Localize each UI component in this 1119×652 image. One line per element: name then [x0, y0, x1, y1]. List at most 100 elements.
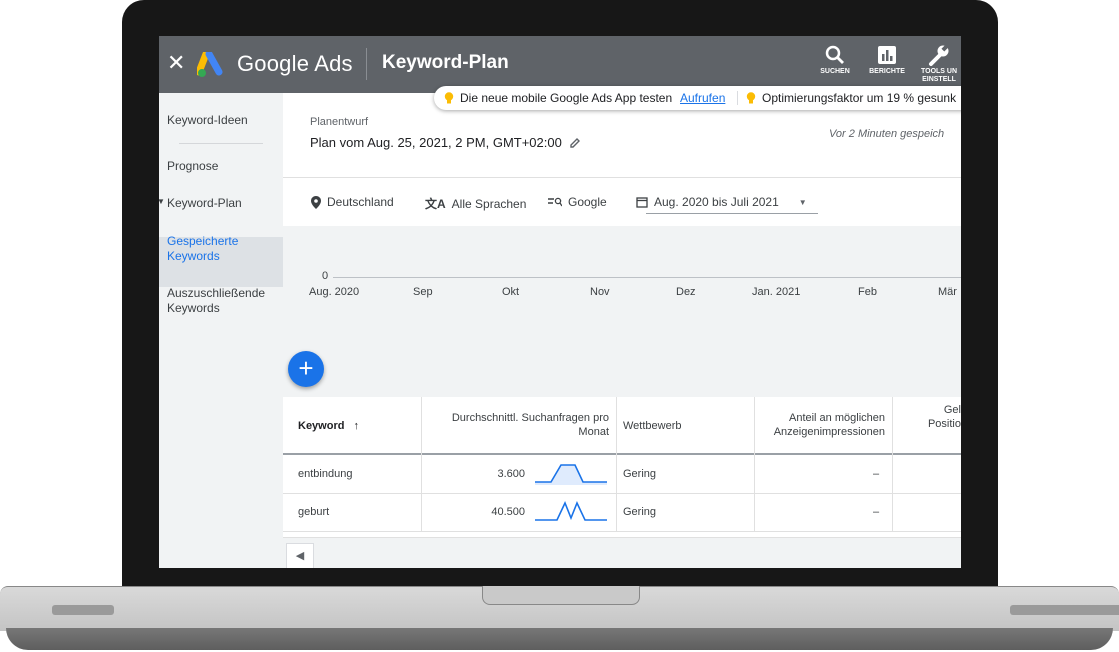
promo-banner: Die neue mobile Google Ads App testen Au… — [434, 86, 961, 110]
trend-sparkline — [535, 500, 607, 521]
banner-divider — [737, 91, 738, 105]
promo-open-link[interactable]: Aufrufen — [680, 91, 725, 105]
sidebar-item-negative-keywords[interactable]: Auszuschließende Keywords — [167, 286, 265, 316]
add-keyword-button[interactable]: + — [288, 351, 324, 387]
row-divider — [283, 531, 961, 532]
competition-cell: Gering — [623, 468, 657, 480]
date-range-value: Aug. 2020 bis Juli 2021 — [654, 195, 779, 209]
month-tick: Jan. 2021 — [752, 286, 801, 298]
main-content: Planentwurf Plan vom Aug. 25, 2021, 2 PM… — [283, 93, 961, 568]
scroll-left-button[interactable]: ◀ — [286, 543, 314, 568]
saved-status: Vor 2 Minuten gespeich — [829, 128, 945, 140]
edit-pencil-icon[interactable] — [569, 137, 581, 149]
column-header-label: Gel — [943, 404, 961, 416]
impression-share-cell: – — [873, 506, 880, 518]
column-header-avg-searches[interactable]: Durchschnittl. Suchanfragen pro Monat — [423, 411, 609, 439]
date-range-filter[interactable]: Aug. 2020 bis Juli 2021 ▼ — [636, 195, 807, 209]
sidebar-item-label-2: Keywords — [167, 301, 220, 315]
keyword-cell[interactable]: entbindung — [298, 468, 352, 480]
sidebar-item-label: Auszuschließende — [167, 286, 266, 300]
row-divider — [283, 493, 961, 494]
column-header-label: Keyword — [298, 420, 345, 432]
sidebar-item-label: Gespeicherte — [167, 234, 239, 248]
optimization-score-text[interactable]: Optimierungsfaktor um 19 % gesunk — [762, 91, 956, 105]
chart-footer-area — [283, 342, 961, 402]
translate-icon: 文A — [425, 197, 446, 211]
forecast-chart: 0 Aug. 2020 Sep Okt Nov Dez Jan. 2021 Fe… — [283, 226, 961, 342]
reports-label: BERICHTE — [869, 68, 905, 75]
competition-cell: Gering — [623, 506, 657, 518]
language-filter[interactable]: 文A Alle Sprachen — [425, 195, 526, 212]
month-tick: Feb — [858, 286, 877, 298]
column-header-position[interactable]: Gel Positio — [895, 403, 961, 431]
month-tick: Dez — [676, 286, 696, 298]
column-header-label-2: Positio — [927, 418, 961, 430]
search-label: SUCHEN — [820, 68, 850, 75]
bar-chart-icon — [878, 46, 896, 64]
column-header-label: Wettbewerb — [623, 420, 682, 432]
month-tick: Aug. 2020 — [309, 286, 360, 298]
column-divider — [616, 397, 617, 531]
column-header-keyword[interactable]: Keyword ↑ — [298, 419, 359, 433]
month-tick: Nov — [590, 286, 610, 298]
column-header-impression-share[interactable]: Anteil an möglichen Anzeigenimpressionen — [757, 411, 885, 439]
date-range-underline — [646, 213, 818, 214]
tools-button[interactable]: TOOLS UN EINSTELL — [915, 44, 961, 84]
promo-text: Die neue mobile Google Ads App testen — [460, 91, 673, 105]
calendar-icon — [636, 197, 648, 208]
sidebar-item-label: Keyword-Plan — [167, 196, 242, 210]
app-header: ✕ Google Ads Keyword-Plan SUCHEN BERICHT… — [159, 36, 961, 93]
column-header-competition[interactable]: Wettbewerb — [623, 419, 682, 433]
sidebar-item-forecast[interactable]: Prognose — [167, 159, 218, 174]
table-footer: ◀ — [283, 537, 961, 568]
sidebar-item-saved-keywords[interactable]: Gespeicherte Keywords — [167, 234, 238, 264]
sidebar-item-keyword-ideas[interactable]: Keyword-Ideen — [167, 113, 248, 128]
month-tick: Mär — [938, 286, 957, 298]
filter-bar: Deutschland 文A Alle Sprachen Google Aug.… — [283, 177, 961, 227]
google-ads-logo-icon — [197, 52, 223, 77]
sidebar-item-label-2: Keywords — [167, 249, 220, 263]
wrench-icon — [929, 44, 949, 66]
column-divider — [754, 397, 755, 531]
sidebar-item-label: Prognose — [167, 159, 219, 173]
column-divider — [892, 397, 893, 531]
month-tick: Okt — [502, 286, 520, 298]
caret-down-icon: ▼ — [159, 197, 165, 206]
keyword-cell[interactable]: geburt — [298, 506, 329, 518]
sidebar: Keyword-Ideen Prognose ▼ Keyword-Plan Ge… — [159, 93, 283, 568]
network-filter[interactable]: Google — [548, 195, 607, 209]
header-divider-line — [283, 453, 961, 455]
sidebar-item-keyword-plan[interactable]: Keyword-Plan — [167, 196, 242, 211]
network-value: Google — [568, 195, 607, 209]
sidebar-item-label: Keyword-Ideen — [167, 113, 248, 127]
laptop-foot-right — [1010, 605, 1119, 615]
search-button[interactable]: SUCHEN — [811, 44, 859, 75]
header-divider — [366, 48, 367, 80]
column-header-label-2: Monat — [578, 426, 609, 438]
laptop-base-bottom — [6, 628, 1113, 650]
chart-baseline — [333, 277, 961, 278]
column-divider — [421, 397, 422, 531]
search-icon — [825, 45, 844, 64]
keyword-table: Keyword ↑ Durchschnittl. Suchanfragen pr… — [283, 397, 961, 537]
column-header-label-2: Anzeigenimpressionen — [773, 426, 885, 438]
avg-searches-cell: 40.500 — [491, 506, 525, 518]
location-filter[interactable]: Deutschland — [311, 195, 394, 209]
search-network-icon — [548, 197, 562, 207]
trend-sparkline — [535, 464, 607, 485]
column-header-label: Anteil an möglichen — [788, 412, 885, 424]
impression-share-cell: – — [873, 468, 880, 480]
avg-searches-cell: 3.600 — [497, 468, 525, 480]
lightbulb-icon — [746, 92, 756, 104]
month-tick: Sep — [413, 286, 433, 298]
plan-name: Plan vom Aug. 25, 2021, 2 PM, GMT+02:00 — [310, 135, 562, 150]
lightbulb-icon — [444, 92, 454, 104]
reports-button[interactable]: BERICHTE — [863, 44, 911, 75]
plan-caption: Planentwurf — [310, 116, 369, 128]
location-value: Deutschland — [327, 195, 394, 209]
dropdown-arrow-icon: ▼ — [798, 197, 807, 207]
sort-arrow-up-icon: ↑ — [353, 420, 360, 432]
laptop-notch — [482, 586, 640, 605]
screen: ✕ Google Ads Keyword-Plan SUCHEN BERICHT… — [159, 36, 961, 568]
close-icon[interactable]: ✕ — [167, 50, 185, 76]
